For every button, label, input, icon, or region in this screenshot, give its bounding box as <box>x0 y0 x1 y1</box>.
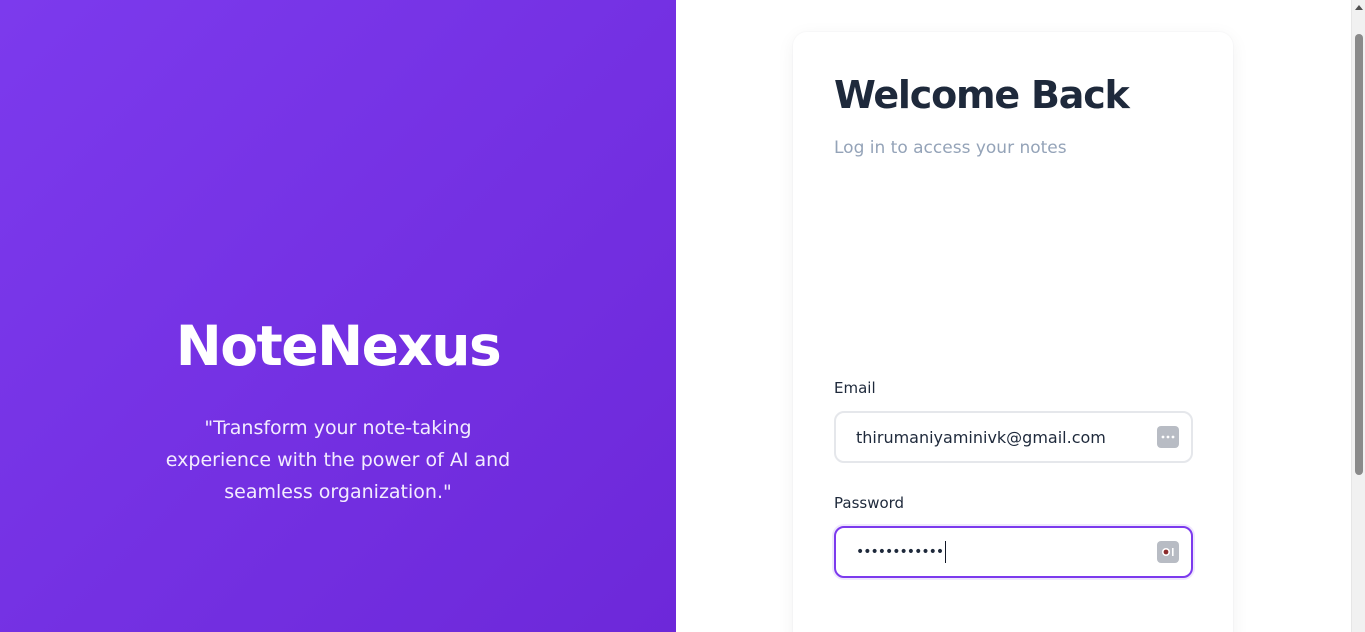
password-value[interactable]: •••••••••••• <box>856 541 947 563</box>
login-subtitle: Log in to access your notes <box>834 138 1067 158</box>
email-label: Email <box>834 379 876 397</box>
brand-tagline: "Transform your note-taking experience w… <box>165 417 511 503</box>
brand-title: NoteNexus <box>175 314 502 378</box>
login-section: Welcome Back Log in to access your notes… <box>676 0 1351 632</box>
email-value[interactable]: thirumaniyaminivk@gmail.com <box>856 428 1157 447</box>
password-mask: •••••••••••• <box>856 544 944 560</box>
email-field[interactable]: thirumaniyaminivk@gmail.com <box>834 411 1193 463</box>
login-title: Welcome Back <box>834 73 1130 117</box>
login-page: NoteNexus "Transform your note-taking ex… <box>0 0 1365 632</box>
password-field[interactable]: •••••••••••• <box>834 526 1193 578</box>
page-scrollbar[interactable] <box>1351 0 1365 632</box>
scrollbar-thumb[interactable] <box>1355 34 1363 475</box>
password-manager-icon[interactable] <box>1157 426 1179 448</box>
password-manager-key-icon[interactable] <box>1157 541 1179 563</box>
text-caret <box>945 541 947 563</box>
login-card: Welcome Back Log in to access your notes… <box>793 32 1233 632</box>
password-label: Password <box>834 494 905 512</box>
hero-panel: NoteNexus "Transform your note-taking ex… <box>0 0 676 632</box>
scroll-up-arrow-icon[interactable] <box>1355 5 1363 10</box>
